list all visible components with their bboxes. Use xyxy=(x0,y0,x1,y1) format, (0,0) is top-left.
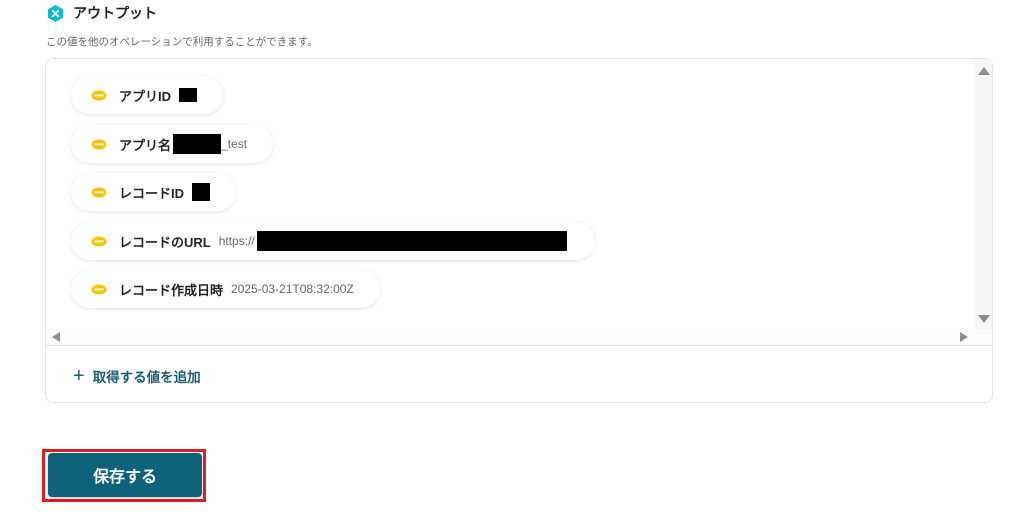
section-title: アウトプット xyxy=(73,5,157,21)
add-value-label: 取得する値を追加 xyxy=(92,370,201,385)
output-label: アプリID xyxy=(119,88,172,104)
output-value-text: _test xyxy=(221,137,248,151)
redacted-block xyxy=(179,88,198,102)
scroll-left-icon[interactable] xyxy=(52,332,60,342)
kintone-cloud-icon xyxy=(91,187,107,198)
horizontal-scrollbar[interactable] xyxy=(46,329,992,345)
scroll-right-icon[interactable] xyxy=(960,332,968,342)
output-value-text: https:// xyxy=(218,234,255,248)
vertical-scrollbar[interactable] xyxy=(975,59,992,329)
output-chip-app-id[interactable]: アプリID xyxy=(71,76,224,114)
redacted-block xyxy=(192,183,211,201)
output-section-header: アウトプット xyxy=(46,3,157,23)
yoom-hexagon-icon xyxy=(47,4,64,22)
output-list-box: アプリID アプリ名 _test レコードID レコードのURL https:/… xyxy=(45,58,993,403)
output-value: 2025-03-21T08:32:00Z xyxy=(231,282,354,296)
kintone-cloud-icon xyxy=(91,139,107,150)
output-value: https:// xyxy=(219,231,569,251)
output-scroll-area[interactable]: アプリID アプリ名 _test レコードID レコードのURL https:/… xyxy=(46,59,992,346)
output-chip-record-id[interactable]: レコードID xyxy=(71,173,237,211)
kintone-cloud-icon xyxy=(91,236,107,247)
kintone-cloud-icon xyxy=(91,90,107,101)
scroll-down-icon[interactable] xyxy=(978,315,990,323)
redacted-block xyxy=(173,134,222,154)
output-value xyxy=(192,183,211,201)
output-value-text: 2025-03-21T08:32:00Z xyxy=(231,282,354,296)
output-chip-record-url[interactable]: レコードのURL https:// xyxy=(71,222,595,260)
output-value: _test xyxy=(173,134,247,154)
output-label: アプリ名 xyxy=(119,137,172,153)
output-label: レコード作成日時 xyxy=(119,282,224,298)
add-value-button[interactable]: + 取得する値を追加 xyxy=(73,366,201,386)
output-chip-app-name[interactable]: アプリ名 _test xyxy=(71,125,274,163)
redacted-block xyxy=(256,231,567,251)
kintone-cloud-icon xyxy=(91,284,107,295)
output-label: レコードID xyxy=(119,185,185,201)
scroll-up-icon[interactable] xyxy=(978,67,990,75)
output-label: レコードのURL xyxy=(119,234,211,250)
output-chip-record-created[interactable]: レコード作成日時 2025-03-21T08:32:00Z xyxy=(71,270,380,308)
save-button[interactable]: 保存する xyxy=(48,453,202,497)
section-description: この値を他のオペレーションで利用することができます。 xyxy=(46,36,318,48)
plus-icon: + xyxy=(73,365,85,387)
output-value xyxy=(179,88,198,102)
